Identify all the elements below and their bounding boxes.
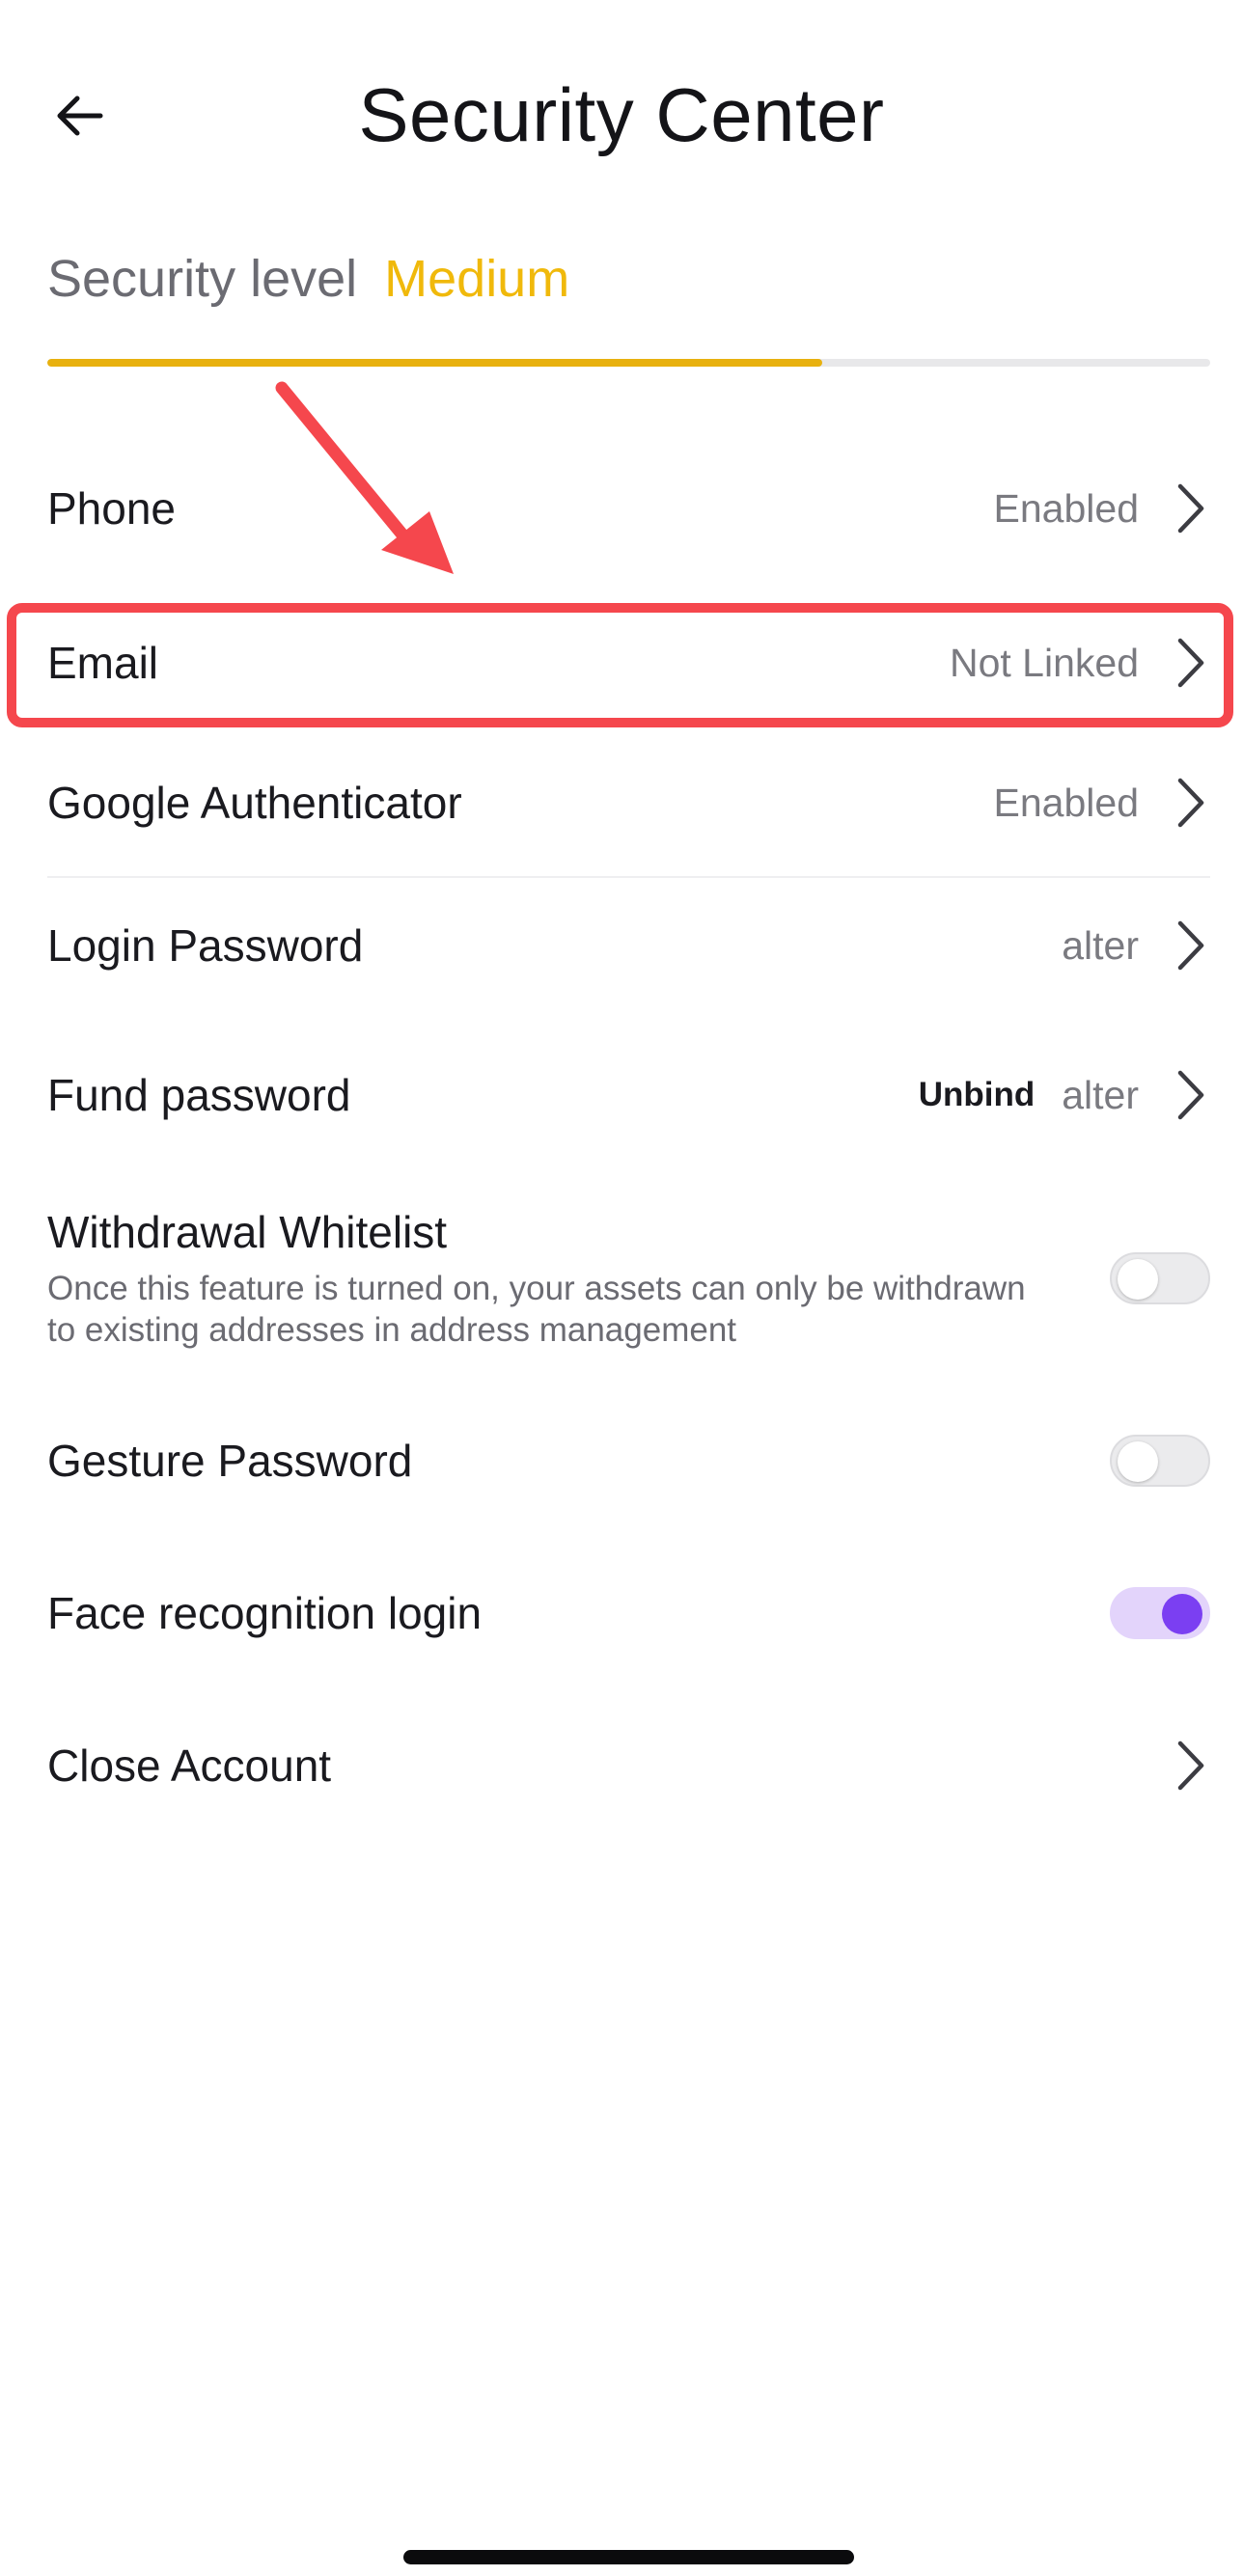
gesture-password-toggle[interactable] [1110, 1435, 1210, 1487]
row-withdrawal-whitelist-title: Withdrawal Whitelist [47, 1207, 448, 1257]
header: Security Center [0, 58, 1243, 174]
row-fund-password[interactable]: Fund password Unbind alter [47, 1055, 1210, 1136]
security-level: Security level Medium [47, 249, 569, 309]
row-google-authenticator-title: Google Authenticator [47, 778, 462, 828]
row-fund-password-value: alter [1062, 1072, 1139, 1117]
chevron-right-icon [1172, 636, 1210, 690]
face-login-toggle[interactable] [1110, 1587, 1210, 1639]
row-fund-password-title: Fund password [47, 1070, 351, 1120]
unbind-link[interactable]: Unbind [919, 1076, 1036, 1114]
chevron-right-icon [1172, 1068, 1210, 1122]
row-close-account[interactable]: Close Account [47, 1725, 1210, 1806]
row-login-password-title: Login Password [47, 920, 364, 971]
withdrawal-whitelist-text: Withdrawal Whitelist Once this feature i… [47, 1206, 1110, 1351]
row-phone[interactable]: Phone Enabled [47, 468, 1210, 549]
security-progress-bar [47, 359, 1210, 367]
row-login-password[interactable]: Login Password alter [47, 905, 1210, 986]
row-close-account-title: Close Account [47, 1740, 332, 1791]
row-withdrawal-whitelist: Withdrawal Whitelist Once this feature i… [47, 1196, 1210, 1360]
row-email[interactable]: Email Not Linked [47, 622, 1210, 703]
divider [47, 876, 1210, 878]
row-login-password-value: alter [1062, 922, 1139, 968]
home-indicator [403, 2550, 854, 2564]
chevron-right-icon [1172, 481, 1210, 535]
row-withdrawal-whitelist-description: Once this feature is turned on, your ass… [47, 1270, 1026, 1349]
toggle-knob [1118, 1441, 1158, 1482]
security-level-value: Medium [384, 250, 570, 308]
withdrawal-whitelist-toggle[interactable] [1110, 1252, 1210, 1304]
page-title: Security Center [358, 72, 885, 157]
chevron-right-icon [1172, 1739, 1210, 1793]
row-face-login-title: Face recognition login [47, 1588, 483, 1638]
chevron-right-icon [1172, 918, 1210, 973]
row-face-login: Face recognition login [47, 1573, 1210, 1654]
security-progress-fill [47, 359, 822, 367]
toggle-knob [1162, 1594, 1202, 1634]
row-email-value: Not Linked [949, 640, 1139, 685]
row-gesture-password-title: Gesture Password [47, 1436, 413, 1486]
row-email-title: Email [47, 638, 159, 688]
row-phone-title: Phone [47, 483, 177, 534]
row-phone-value: Enabled [993, 485, 1139, 531]
chevron-right-icon [1172, 776, 1210, 830]
toggle-knob [1118, 1259, 1158, 1300]
row-gesture-password: Gesture Password [47, 1420, 1210, 1501]
row-google-authenticator[interactable]: Google Authenticator Enabled [47, 762, 1210, 843]
row-google-authenticator-value: Enabled [993, 780, 1139, 825]
security-level-label: Security level [47, 250, 358, 308]
